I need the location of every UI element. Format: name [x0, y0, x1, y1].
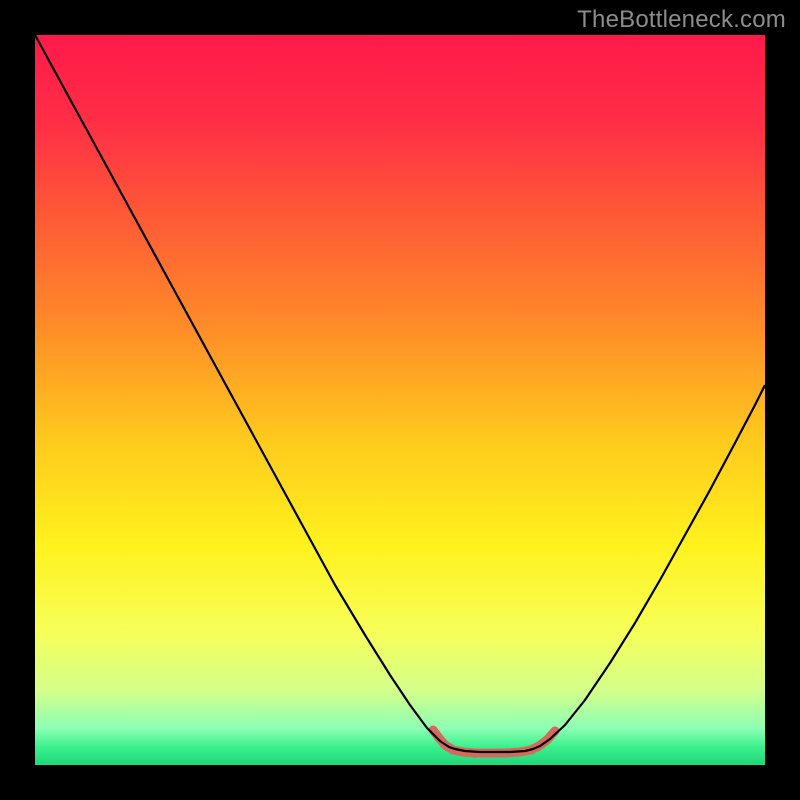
chart-frame: TheBottleneck.com: [0, 0, 800, 800]
watermark-text: TheBottleneck.com: [577, 6, 786, 34]
plot-area: [35, 35, 765, 765]
optimal-zone-marker: [433, 730, 555, 753]
curve-layer: [35, 35, 765, 765]
bottleneck-curve: [35, 35, 765, 752]
